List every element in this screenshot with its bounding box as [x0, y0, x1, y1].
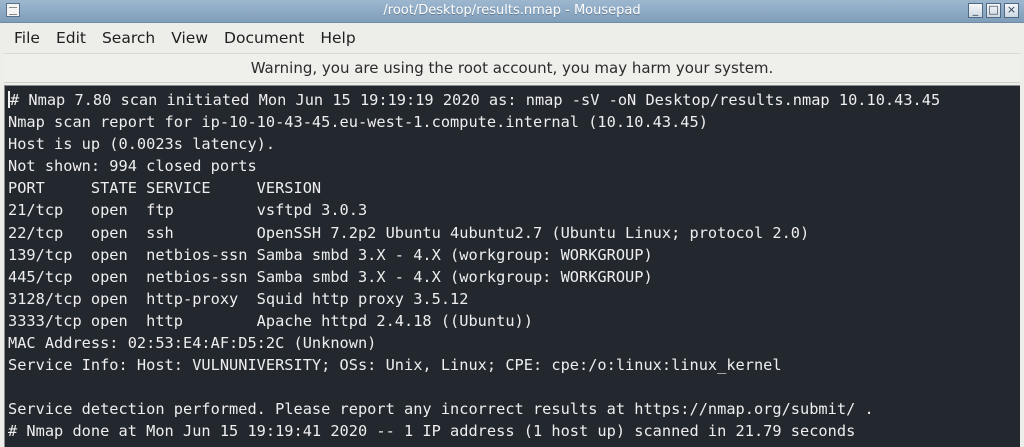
menu-bar: File Edit Search View Document Help: [0, 23, 1024, 53]
editor-line: Not shown: 994 closed ports: [8, 157, 257, 176]
window-title: /root/Desktop/results.nmap - Mousepad: [383, 3, 641, 18]
window-controls: _ □ ×: [968, 3, 1019, 18]
editor-line: 445/tcp open netbios-ssn Samba smbd 3.X …: [8, 267, 653, 286]
editor-line: Host is up (0.0023s latency).: [8, 135, 276, 154]
editor-line: # Nmap done at Mon Jun 15 19:19:41 2020 …: [8, 422, 856, 441]
minimize-button[interactable]: _: [968, 3, 983, 18]
root-warning-bar: Warning, you are using the root account,…: [4, 53, 1020, 83]
editor-line: Service Info: Host: VULNUNIVERSITY; OSs:…: [8, 356, 782, 375]
editor-line-text: # Nmap 7.80 scan initiated Mon Jun 15 19…: [10, 91, 941, 109]
text-editor-area[interactable]: # Nmap 7.80 scan initiated Mon Jun 15 19…: [4, 85, 1020, 447]
editor-line: 3333/tcp open http Apache httpd 2.4.18 (…: [8, 311, 533, 330]
editor-line: # Nmap 7.80 scan initiated Mon Jun 15 19…: [8, 89, 1020, 111]
editor-line: Service detection performed. Please repo…: [8, 400, 874, 419]
editor-line: 139/tcp open netbios-ssn Samba smbd 3.X …: [8, 245, 653, 264]
editor-line: PORT STATE SERVICE VERSION: [8, 179, 322, 198]
editor-line: 22/tcp open ssh OpenSSH 7.2p2 Ubuntu 4ub…: [8, 223, 810, 242]
maximize-button[interactable]: □: [986, 3, 1001, 18]
editor-line: MAC Address: 02:53:E4:AF:D5:2C (Unknown): [8, 334, 377, 353]
menu-view[interactable]: View: [163, 25, 216, 51]
editor-line: 21/tcp open ftp vsftpd 3.0.3: [8, 201, 368, 220]
menu-document[interactable]: Document: [216, 25, 312, 51]
editor-line: Nmap scan report for ip-10-10-43-45.eu-w…: [8, 113, 708, 132]
menu-help[interactable]: Help: [312, 25, 363, 51]
editor-line: 3128/tcp open http-proxy Squid http prox…: [8, 289, 469, 308]
menu-search[interactable]: Search: [94, 25, 163, 51]
editor-content[interactable]: # Nmap 7.80 scan initiated Mon Jun 15 19…: [5, 86, 1020, 443]
menu-file[interactable]: File: [6, 25, 48, 51]
mousepad-window: /root/Desktop/results.nmap - Mousepad _ …: [0, 0, 1024, 447]
menu-edit[interactable]: Edit: [48, 25, 94, 51]
close-button[interactable]: ×: [1004, 3, 1019, 18]
title-bar[interactable]: /root/Desktop/results.nmap - Mousepad _ …: [0, 0, 1024, 23]
